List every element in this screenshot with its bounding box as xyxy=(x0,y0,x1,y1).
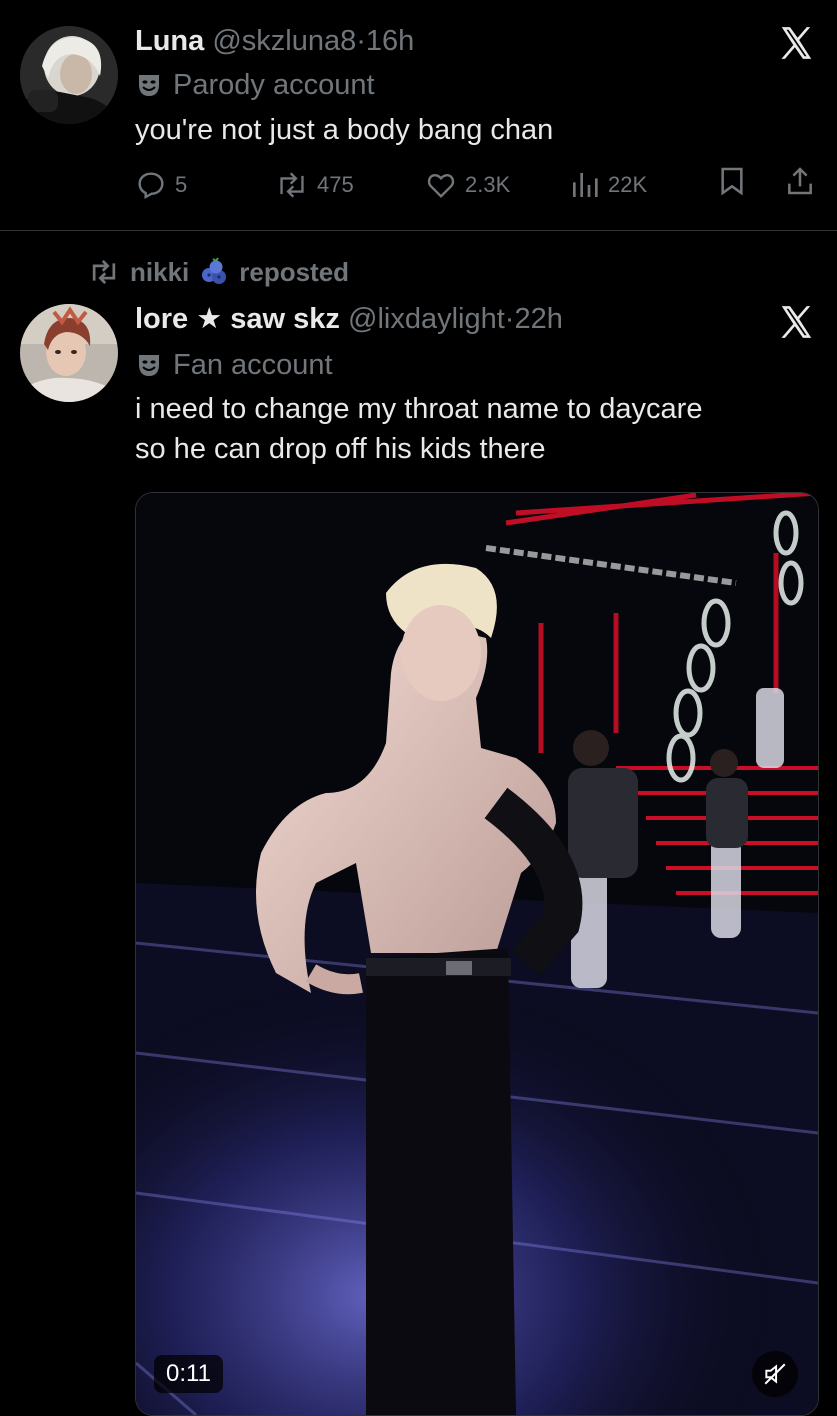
reply-count: 5 xyxy=(175,172,188,197)
display-name[interactable]: Luna xyxy=(135,25,204,57)
like-button[interactable]: 2.3K xyxy=(425,165,510,205)
badge-label: Fan account xyxy=(173,349,333,381)
account-badge: Parody account xyxy=(135,68,375,102)
tweet-header: lore ★ saw skz @lixdaylight·22h xyxy=(135,302,563,336)
theater-mask-icon xyxy=(139,355,159,376)
video-duration: 0:11 xyxy=(154,1355,223,1393)
repost-count: 475 xyxy=(317,172,354,197)
mute-button[interactable] xyxy=(752,1351,798,1397)
analytics-icon xyxy=(573,173,598,197)
reply-icon xyxy=(138,172,164,200)
tweet-text: you're not just a body bang chan xyxy=(135,114,554,146)
timestamp[interactable]: 22h xyxy=(514,303,562,335)
heart-icon xyxy=(427,174,455,199)
video-frame xyxy=(136,493,818,1415)
x-logo-icon[interactable] xyxy=(777,303,815,341)
like-count: 2.3K xyxy=(465,172,511,197)
reply-button[interactable]: 5 xyxy=(135,165,187,205)
video-player[interactable]: 0:11 xyxy=(135,492,819,1416)
handle[interactable]: @skzluna8 xyxy=(212,25,356,57)
tweet-card[interactable]: Luna @skzluna8·16h Parody account you're… xyxy=(0,0,837,230)
tweet-header: Luna @skzluna8·16h xyxy=(135,24,414,58)
repost-button[interactable]: 475 xyxy=(275,165,354,205)
repost-label: reposted xyxy=(239,257,350,287)
avatar[interactable] xyxy=(20,26,118,124)
blueberries-icon xyxy=(202,257,227,284)
theater-mask-icon xyxy=(139,75,159,96)
share-icon xyxy=(788,167,812,195)
tweet-card[interactable]: nikki reposted lore ★ saw skz @lixdaylig… xyxy=(0,231,837,1416)
view-count: 22K xyxy=(608,172,648,197)
badge-label: Parody account xyxy=(173,69,375,101)
avatar[interactable] xyxy=(20,304,118,402)
tweet-actions: 5 475 2.3K 22K xyxy=(135,165,825,205)
repost-icon xyxy=(280,172,304,198)
separator: · xyxy=(356,25,366,57)
bookmark-button[interactable] xyxy=(717,165,747,197)
timestamp[interactable]: 16h xyxy=(366,25,414,57)
repost-indicator[interactable]: nikki reposted xyxy=(88,255,349,289)
display-name[interactable]: lore ★ saw skz xyxy=(135,303,340,335)
repost-icon xyxy=(92,259,116,285)
bookmark-icon xyxy=(721,167,743,196)
account-badge: Fan account xyxy=(135,348,333,382)
repost-user[interactable]: nikki xyxy=(130,255,189,289)
speaker-muted-icon xyxy=(764,1363,786,1385)
x-logo-icon[interactable] xyxy=(777,24,815,62)
views-button[interactable]: 22K xyxy=(570,165,647,205)
tweet-text: i need to change my throat name to dayca… xyxy=(135,393,703,465)
handle[interactable]: @lixdaylight xyxy=(348,303,505,335)
share-button[interactable] xyxy=(785,165,815,197)
separator: · xyxy=(504,303,515,335)
